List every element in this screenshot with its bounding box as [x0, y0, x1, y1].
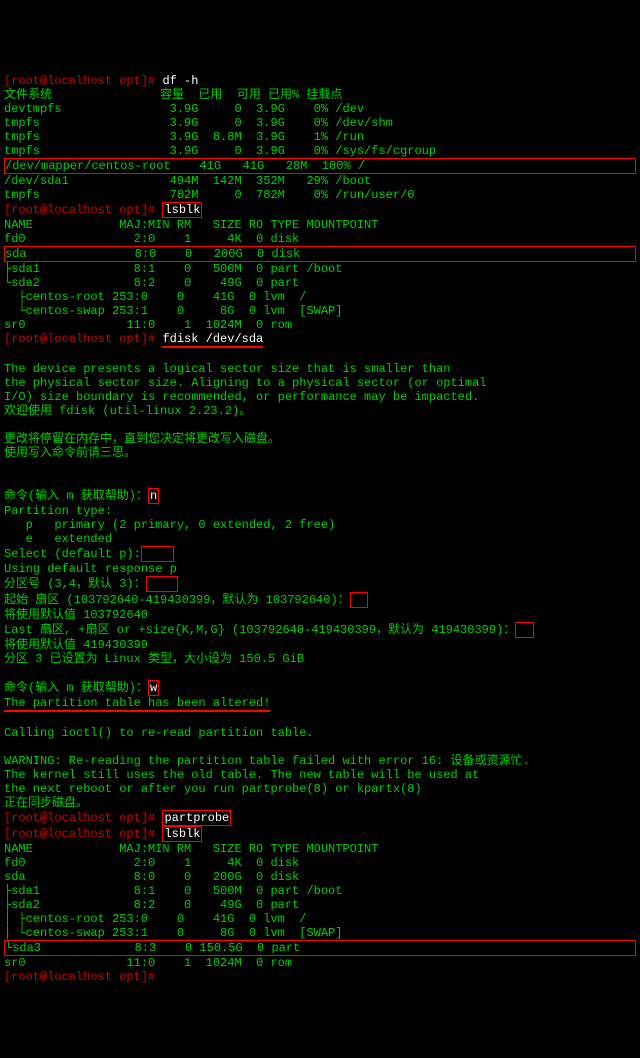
lsblk-row-highlight: └sda3 8:3 0 150.5G 0 part	[4, 940, 636, 956]
fdisk-warn: the next reboot or after you run partpro…	[4, 782, 422, 796]
fdisk-text: 欢迎使用 fdisk (util-linux 2.23.2)。	[4, 404, 251, 418]
lsblk-row: ├centos-root 253:0 0 41G 0 lvm /	[4, 290, 306, 304]
df-row-highlight: /dev/mapper/centos-root 41G 41G 28M 100%…	[4, 158, 636, 174]
df-row: /dev/sda1 494M 142M 352M 29% /boot	[4, 174, 371, 188]
fdisk-text: 将使用默认值 419430399	[4, 638, 148, 652]
df-row: tmpfs 3.9G 0 3.9G 0% /sys/fs/cgroup	[4, 144, 436, 158]
fdisk-prompt: 命令(输入 m 获取帮助)：	[4, 681, 148, 695]
df-row: tmpfs 3.9G 8.8M 3.9G 1% /run	[4, 130, 364, 144]
lsblk-row: fd0 2:0 1 4K 0 disk	[4, 232, 306, 246]
shell-prompt: [root@localhost opt]#	[4, 827, 162, 841]
empty-input[interactable]	[141, 546, 174, 562]
lsblk-row: sr0 11:0 1 1024M 0 rom	[4, 318, 292, 332]
fdisk-text: e extended	[4, 532, 112, 546]
fdisk-text: 分区号 (3,4，默认 3)：	[4, 577, 146, 591]
shell-prompt: [root@localhost opt]#	[4, 332, 162, 346]
lsblk-row: │ └centos-swap 253:1 0 8G 0 lvm [SWAP]	[4, 926, 342, 940]
lsblk-row: sda 8:0 0 200G 0 disk	[4, 870, 306, 884]
terminal: [root@localhost opt]# df -h 文件系统 容量 已用 可…	[4, 60, 636, 984]
fdisk-warn: The kernel still uses the old table. The…	[4, 768, 479, 782]
empty-input[interactable]	[515, 622, 533, 638]
fdisk-text: Select (default p):	[4, 547, 141, 561]
empty-input[interactable]	[146, 576, 179, 592]
fdisk-text: 正在同步磁盘。	[4, 796, 88, 810]
fdisk-text: Using default response p	[4, 562, 177, 576]
cmd-fdisk: fdisk /dev/sda	[162, 332, 263, 348]
lsblk-row: ├sda1 8:1 0 500M 0 part /boot	[4, 262, 342, 276]
empty-input[interactable]	[350, 592, 368, 608]
fdisk-text: p primary (2 primary, 0 extended, 2 free…	[4, 518, 335, 532]
fdisk-text: the physical sector size. Aligning to a …	[4, 376, 486, 390]
df-row: tmpfs 3.9G 0 3.9G 0% /dev/shm	[4, 116, 393, 130]
fdisk-text: Partition type:	[4, 504, 112, 518]
lsblk-row: ├sda2 8:2 0 49G 0 part	[4, 898, 306, 912]
lsblk-row: sr0 11:0 1 1024M 0 rom	[4, 956, 292, 970]
fdisk-text: 起始 扇区 (103792640-419430399，默认为 103792640…	[4, 593, 350, 607]
lsblk-row: └centos-swap 253:1 0 8G 0 lvm [SWAP]	[4, 304, 342, 318]
fdisk-text: The device presents a logical sector siz…	[4, 362, 450, 376]
cmd-lsblk: lsblk	[162, 202, 202, 218]
lsblk-row: ├sda1 8:1 0 500M 0 part /boot	[4, 884, 342, 898]
df-row: devtmpfs 3.9G 0 3.9G 0% /dev	[4, 102, 364, 116]
fdisk-text: 更改将停留在内存中，直到您决定将更改写入磁盘。	[4, 432, 280, 446]
lsblk-header: NAME MAJ:MIN RM SIZE RO TYPE MOUNTPOINT	[4, 842, 378, 856]
fdisk-text: 使用写入命令前请三思。	[4, 446, 136, 460]
shell-prompt: [root@localhost opt]#	[4, 811, 162, 825]
fdisk-text: Calling ioctl() to re-read partition tab…	[4, 726, 314, 740]
fdisk-warn: WARNING: Re-reading the partition table …	[4, 754, 530, 768]
lsblk-row: fd0 2:0 1 4K 0 disk	[4, 856, 306, 870]
df-header: 文件系统 容量 已用 可用 已用% 挂载点	[4, 88, 342, 102]
fdisk-text: The partition table has been altered!	[4, 696, 270, 712]
fdisk-text: Last 扇区, +扇区 or +size{K,M,G} (103792640-…	[4, 623, 515, 637]
fdisk-text: 将使用默认值 103792640	[4, 608, 148, 622]
lsblk-row: │ ├centos-root 253:0 0 41G 0 lvm /	[4, 912, 306, 926]
df-row: tmpfs 782M 0 782M 0% /run/user/0	[4, 188, 414, 202]
fdisk-text: I/O) size boundary is recommended, or pe…	[4, 390, 479, 404]
fdisk-input-w[interactable]: w	[148, 680, 159, 696]
fdisk-prompt: 命令(输入 m 获取帮助)：	[4, 489, 148, 503]
fdisk-text: 分区 3 已设置为 Linux 类型，大小设为 150.5 GiB	[4, 652, 304, 666]
cmd-partprobe: partprobe	[162, 810, 231, 826]
shell-prompt: [root@localhost opt]#	[4, 74, 162, 88]
cmd-df: df -h	[162, 74, 198, 88]
shell-prompt: [root@localhost opt]#	[4, 970, 162, 984]
shell-prompt: [root@localhost opt]#	[4, 203, 162, 217]
lsblk-header: NAME MAJ:MIN RM SIZE RO TYPE MOUNTPOINT	[4, 218, 378, 232]
lsblk-row-highlight: sda 8:0 0 200G 0 disk	[4, 246, 636, 262]
cmd-lsblk: lsblk	[162, 826, 202, 842]
fdisk-input-n[interactable]: n	[148, 488, 159, 504]
lsblk-row: └sda2 8:2 0 49G 0 part	[4, 276, 306, 290]
